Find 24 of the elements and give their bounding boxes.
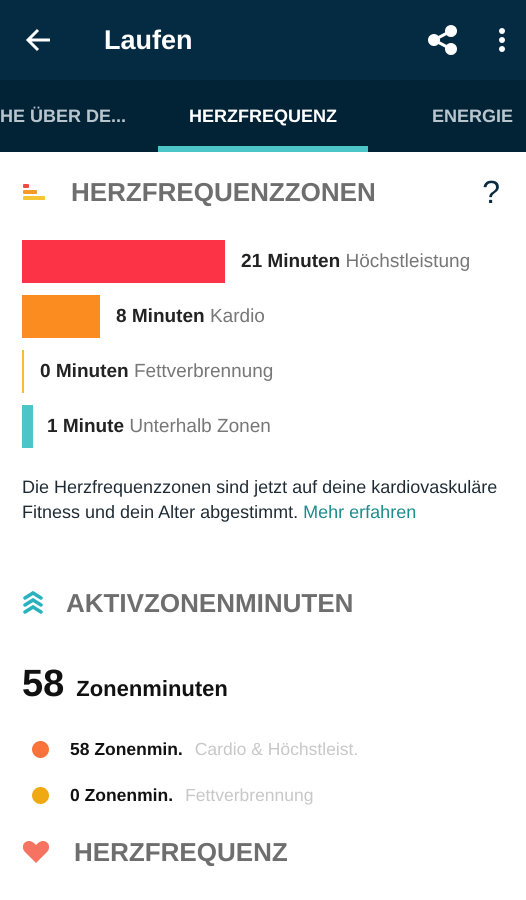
zone-label: 1 Minute Unterhalb Zonen — [47, 416, 271, 438]
zone-minutes-total: 58 — [22, 663, 64, 706]
tab[interactable]: ENERGIE — [368, 80, 526, 152]
description-text: Die Herzfrequenzzonen sind jetzt auf deine kardiovaskuläre Fitness und dein Alter abgestimmt. Mehr erfahren — [22, 476, 498, 524]
section-title: HERZFREQUENZ — [74, 836, 289, 868]
zone-minutes-amount: 0 Zonenmin. — [70, 784, 174, 806]
chevrons-icon — [22, 590, 44, 616]
tab[interactable]: HERZFREQUENZ — [158, 80, 368, 152]
zone-minutes-amount: 58 Zonenmin. — [70, 738, 183, 760]
share-button[interactable] — [428, 25, 458, 55]
section-title: AKTIVZONENMINUTEN — [66, 588, 354, 618]
tab[interactable]: HE ÜBER DE... — [0, 80, 158, 152]
zone-label: 8 Minuten Kardio — [116, 306, 265, 328]
help-button[interactable]: ? — [482, 174, 500, 210]
learn-more-link[interactable]: Mehr erfahren — [303, 502, 416, 522]
zone-minutes-unit: Zonenminuten — [76, 676, 228, 702]
bars-icon — [22, 182, 46, 202]
more-menu-button[interactable] — [498, 28, 506, 52]
heart-icon — [22, 840, 50, 864]
screen-title: Laufen — [104, 24, 194, 56]
section-title: HERZFREQUENZZONEN — [71, 176, 377, 208]
zone-label: 0 Minuten Fettverbrennung — [40, 360, 274, 382]
back-button[interactable] — [26, 28, 52, 52]
zone-label: 21 Minuten Höchstleistung — [241, 250, 470, 272]
